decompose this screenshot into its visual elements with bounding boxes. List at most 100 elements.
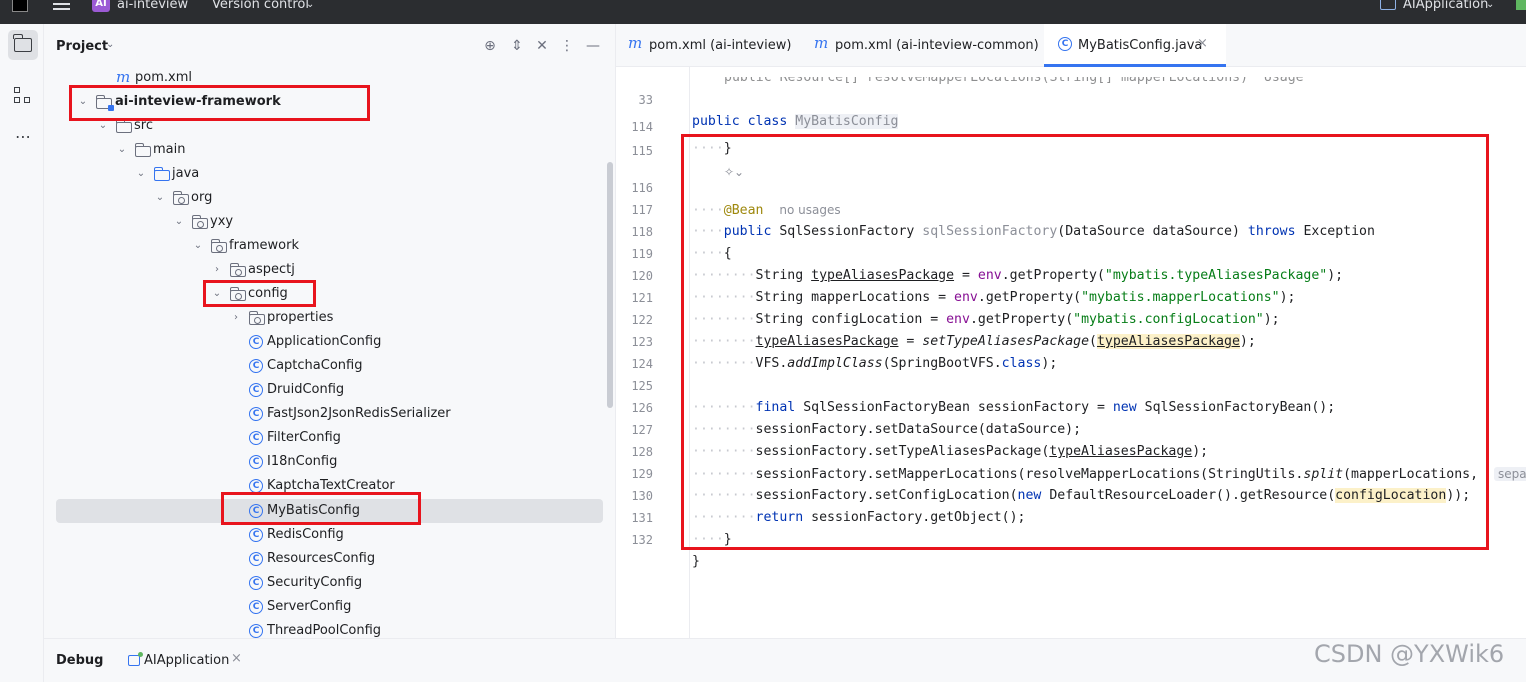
tab-label: MyBatisConfig.java	[1078, 38, 1203, 53]
tree-item[interactable]: C I18nConfig	[44, 450, 615, 474]
maven-icon: m	[814, 34, 829, 52]
tree-item-label: CaptchaConfig	[267, 358, 363, 373]
tree-item[interactable]: C CaptchaConfig	[44, 354, 615, 378]
run-config-icon	[1380, 0, 1396, 10]
tab-label: pom.xml (ai-inteview-common)	[835, 38, 1039, 53]
run-button[interactable]	[1516, 0, 1526, 10]
chevron-down-icon[interactable]: ⌄	[191, 234, 205, 258]
structure-icon	[14, 87, 32, 105]
tree-item[interactable]: ⌄ java	[44, 162, 615, 186]
ghost-line: public Resource[] resolveMapperLocations…	[616, 77, 1526, 89]
project-panel-header: Project ⌄ ⊕ ⇕ ✕ ⋮ —	[44, 24, 615, 68]
tree-item[interactable]: › properties	[44, 306, 615, 330]
line-number: 132	[631, 533, 653, 547]
class-icon: C	[249, 383, 263, 397]
folder-icon	[134, 143, 151, 157]
class-icon: C	[249, 335, 263, 349]
annotation-box-config	[203, 280, 316, 307]
tree-item[interactable]: C RedisConfig	[44, 523, 615, 547]
class-icon: C	[249, 479, 263, 493]
vcs-widget[interactable]: Version control	[212, 0, 309, 24]
class-icon: C	[249, 624, 263, 638]
locate-icon[interactable]: ⊕	[481, 37, 499, 55]
title-bar: AI ai-inteview Version control ⌄ AIAppli…	[0, 0, 1526, 24]
tree-item[interactable]: C SecurityConfig	[44, 571, 615, 595]
expand-all-icon[interactable]: ⇕	[508, 37, 526, 55]
package-icon	[191, 215, 208, 229]
tree-item-label: properties	[267, 310, 334, 325]
tool-window-strip: ⋯	[0, 24, 44, 682]
tree-item[interactable]: C DruidConfig	[44, 378, 615, 402]
class-icon: C	[249, 528, 263, 542]
annotation-box-code	[681, 134, 1489, 550]
class-icon: C	[249, 600, 263, 614]
tree-scrollbar[interactable]	[607, 162, 613, 408]
chevron-right-icon[interactable]: ›	[210, 258, 224, 282]
tree-item[interactable]: ⌄ main	[44, 138, 615, 162]
tree-item[interactable]: C ApplicationConfig	[44, 330, 615, 354]
chevron-down-icon[interactable]: ⌄	[115, 138, 129, 162]
tree-item-label: I18nConfig	[267, 454, 338, 469]
application-run-icon	[128, 652, 143, 666]
tab-pom-ai-inteview-common[interactable]: m pom.xml (ai-inteview-common)	[802, 24, 1042, 67]
maven-icon: m	[628, 34, 643, 52]
tab-mybatisconfig[interactable]: C MyBatisConfig.java ×	[1044, 24, 1226, 67]
class-icon: C	[1058, 37, 1072, 51]
tree-item-label: aspectj	[248, 262, 295, 277]
tree-item-label: ServerConfig	[267, 599, 352, 614]
run-config-selector[interactable]: AIApplication	[1403, 0, 1488, 24]
chevron-down-icon[interactable]: ⌄	[134, 162, 148, 186]
more-tools-button[interactable]: ⋯	[8, 122, 38, 152]
class-icon: C	[249, 407, 263, 421]
hide-panel-icon[interactable]: —	[584, 37, 602, 55]
tab-pom-ai-inteview[interactable]: m pom.xml (ai-inteview)	[616, 24, 798, 67]
tree-item-label: ApplicationConfig	[267, 334, 382, 349]
class-icon: C	[249, 455, 263, 469]
maven-icon: m	[116, 68, 131, 86]
structure-tool-button[interactable]	[8, 80, 38, 110]
chevron-right-icon[interactable]: ›	[229, 306, 243, 330]
tree-item-label: RedisConfig	[267, 527, 344, 542]
close-icon[interactable]: ×	[231, 651, 242, 666]
close-icon[interactable]: ×	[1197, 36, 1208, 51]
chevron-down-icon[interactable]: ⌄	[153, 186, 167, 210]
tree-item[interactable]: C FilterConfig	[44, 426, 615, 450]
tree-item-label: FilterConfig	[267, 430, 341, 445]
package-icon	[229, 263, 246, 277]
project-badge: AI	[92, 0, 110, 12]
tree-item-label: DruidConfig	[267, 382, 345, 397]
project-name[interactable]: ai-inteview	[117, 0, 188, 24]
debug-session-tab[interactable]: AIApplication ×	[124, 647, 242, 675]
chevron-down-icon[interactable]: ⌄	[172, 210, 186, 234]
main-menu-icon[interactable]	[53, 0, 70, 10]
project-panel-title[interactable]: Project	[56, 39, 108, 54]
class-icon: C	[249, 359, 263, 373]
options-icon[interactable]: ⋮	[558, 37, 576, 55]
tree-item-label: ThreadPoolConfig	[267, 623, 382, 638]
tree-item[interactable]: ⌄ config	[44, 282, 615, 306]
debug-tab-label: AIApplication	[144, 653, 230, 668]
source-root-icon	[153, 167, 170, 181]
watermark: CSDN @YXWik6	[1314, 640, 1505, 668]
tree-item[interactable]: C ResourcesConfig	[44, 547, 615, 571]
collapse-all-icon[interactable]: ✕	[533, 37, 551, 55]
editor-tabs: m pom.xml (ai-inteview) m pom.xml (ai-in…	[616, 24, 1526, 67]
tree-item[interactable]: ⌄ yxy	[44, 210, 615, 234]
tree-item[interactable]: C ThreadPoolConfig	[44, 619, 615, 638]
package-icon	[248, 311, 265, 325]
code-line[interactable]: 114 ····}	[616, 94, 1526, 156]
tree-item[interactable]: › aspectj	[44, 258, 615, 282]
chevron-down-icon[interactable]: ⌄	[106, 39, 114, 50]
tree-item[interactable]: C FastJson2JsonRedisSerializer	[44, 402, 615, 426]
tree-item-label: org	[191, 190, 213, 205]
tree-item[interactable]: C ServerConfig	[44, 595, 615, 619]
tree-item[interactable]: ⌄ framework	[44, 234, 615, 258]
class-icon: C	[249, 576, 263, 590]
annotation-box-mybatisconfig	[221, 492, 421, 525]
tree-item[interactable]: ⌄ org	[44, 186, 615, 210]
annotation-box-module	[69, 85, 370, 121]
debug-title[interactable]: Debug	[56, 653, 103, 668]
class-icon: C	[249, 431, 263, 445]
tree-item-label: yxy	[210, 214, 234, 229]
project-tool-button[interactable]	[8, 30, 38, 60]
